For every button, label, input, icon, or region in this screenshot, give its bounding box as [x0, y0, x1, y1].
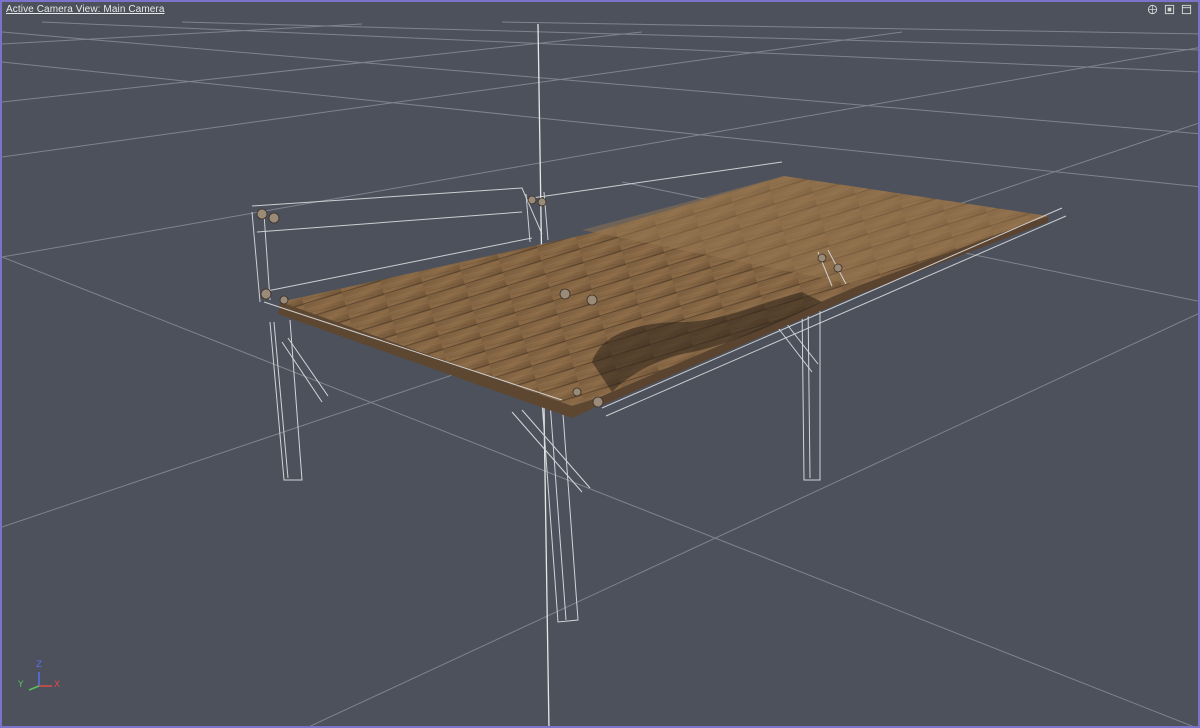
fit-view-icon[interactable]: [1164, 4, 1175, 15]
viewport-header: Active Camera View: Main Camera: [2, 2, 1198, 18]
active-camera-label[interactable]: Active Camera View: Main Camera: [6, 4, 165, 15]
viewport-icons: [1147, 4, 1192, 15]
maximize-icon[interactable]: [1181, 4, 1192, 15]
3d-viewport[interactable]: Active Camera View: Main Camera Z X Y: [0, 0, 1200, 728]
axis-gizmo: Z X Y: [12, 660, 72, 696]
axis-y-label: Y: [18, 680, 24, 690]
camera-rotate-icon[interactable]: [1147, 4, 1158, 15]
scene-canvas[interactable]: [2, 2, 1200, 728]
axis-z-label: Z: [36, 660, 43, 670]
axis-x-label: X: [54, 680, 61, 690]
